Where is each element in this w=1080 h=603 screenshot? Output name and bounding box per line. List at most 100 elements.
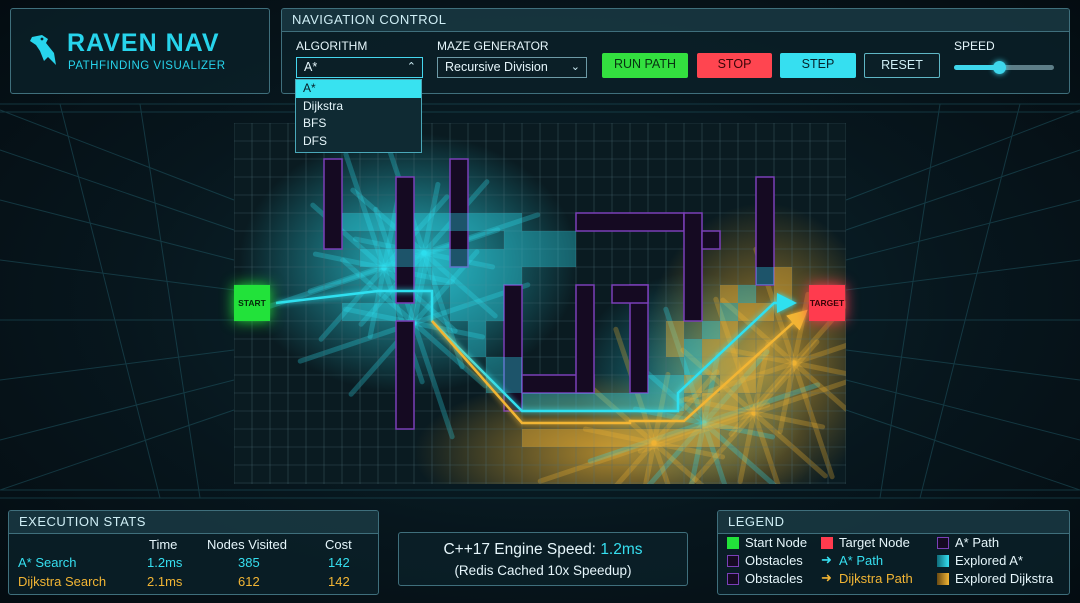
explored-astar-cell [468,213,486,231]
legend-dijkstra-path-label: Dijkstra Path [839,571,913,586]
stats-row-dijkstra-name: Dijkstra Search [18,574,107,589]
obstacle-wall [683,212,703,322]
execution-stats-title: EXECUTION STATS [9,511,378,534]
legend-obstacles-label-2: Obstacles [745,571,803,586]
explored-astar-cell [450,303,468,321]
legend-astar-path-box-label: A* Path [955,535,1000,550]
explored-astar-cell [468,339,486,357]
explored-dijkstra-cell [720,285,738,303]
stats-header-nodes: Nodes Visited [207,537,287,552]
maze-generator-label: MAZE GENERATOR [437,39,549,53]
explored-astar-cell [630,393,648,411]
explored-dijkstra-cell [540,429,558,447]
chevron-down-icon: ⌄ [570,61,580,73]
explored-astar-cell [468,267,486,285]
explored-dijkstra-cell [702,357,720,375]
algorithm-option-dfs[interactable]: DFS [296,133,421,151]
explored-astar-cell [540,231,558,249]
explored-astar-cell [648,393,666,411]
obstacle-wall [611,284,649,304]
algorithm-option-astar[interactable]: A* [296,80,421,98]
stats-row-astar-time: 1.2ms [147,555,183,570]
explored-dijkstra-cell [774,267,792,285]
speed-label: SPEED [954,39,995,53]
explored-astar-cell [450,249,468,267]
explored-dijkstra-cell [738,303,756,321]
explored-dijkstra-cell [720,357,738,375]
explored-astar-cell [576,393,594,411]
start-node[interactable]: START [234,285,270,321]
explored-astar-cell [360,213,378,231]
stats-header-cost: Cost [325,537,352,552]
explored-dijkstra-cell [576,429,594,447]
explored-astar-cell [522,249,540,267]
raven-logo-icon [30,35,56,65]
algorithm-select-value: A* [304,60,318,74]
explored-dijkstra-cell [630,429,648,447]
explored-astar-cell [486,357,504,375]
reset-button[interactable]: RESET [864,53,940,78]
stats-row-dijkstra-cost: 142 [328,574,350,589]
explored-astar-cell [504,249,522,267]
explored-dijkstra-cell [594,429,612,447]
algorithm-select[interactable]: A* ⌃ [296,57,423,78]
explored-astar-cell [432,213,450,231]
explored-astar-cell [522,393,540,411]
legend-obstacles-swatch-2 [727,573,739,585]
legend-obstacles-swatch-1 [727,555,739,567]
explored-astar-cell [702,321,720,339]
explored-dijkstra-cell [720,411,738,429]
step-button[interactable]: STEP [780,53,856,78]
stats-row-dijkstra-time: 2.1ms [147,574,183,589]
speed-slider[interactable] [954,61,1054,74]
explored-astar-cell [450,285,468,303]
explored-astar-cell [486,213,504,231]
stats-row-dijkstra-nodes: 612 [238,574,260,589]
navigation-control-title: NAVIGATION CONTROL [282,9,1069,32]
explored-astar-cell [504,267,522,285]
explored-dijkstra-cell [666,339,684,357]
explored-dijkstra-cell [702,339,720,357]
explored-astar-cell [450,213,468,231]
maze-canvas[interactable] [234,123,846,484]
explored-dijkstra-cell [720,339,738,357]
legend-target-swatch [821,537,833,549]
stop-button[interactable]: STOP [697,53,772,78]
explored-astar-cell [522,231,540,249]
explored-astar-cell [666,393,684,411]
explored-astar-cell [450,267,468,285]
app-subtitle: PATHFINDING VISUALIZER [68,60,226,72]
maze-grid[interactable] [234,123,846,484]
maze-generator-select[interactable]: Recursive Division ⌄ [437,57,587,78]
execution-stats-panel: EXECUTION STATS Time Nodes Visited Cost … [8,510,379,595]
explored-astar-cell [720,303,738,321]
explored-astar-cell [738,285,756,303]
legend-astar-path-box-swatch [937,537,949,549]
algorithm-option-bfs[interactable]: BFS [296,115,421,133]
explored-astar-cell [396,249,414,267]
explored-astar-cell [342,303,360,321]
explored-dijkstra-cell [738,375,756,393]
stats-row-astar-nodes: 385 [238,555,260,570]
explored-astar-cell [468,303,486,321]
run-path-button[interactable]: RUN PATH [602,53,688,78]
explored-dijkstra-cell [558,429,576,447]
speed-slider-knob[interactable] [993,61,1006,74]
explored-dijkstra-cell [774,285,792,303]
explored-astar-cell [360,249,378,267]
legend-explored-dijkstra-swatch [937,573,949,585]
arrow-right-icon: ➜ [821,552,832,567]
explored-dijkstra-cell [648,429,666,447]
algorithm-option-dijkstra[interactable]: Dijkstra [296,98,421,116]
target-node[interactable]: TARGET [809,285,845,321]
legend-start-swatch [727,537,739,549]
stats-header-time: Time [149,537,178,552]
explored-astar-cell [756,267,774,285]
obstacle-wall [323,158,343,250]
explored-astar-cell [504,231,522,249]
stats-row-astar-name: A* Search [18,555,77,570]
explored-astar-cell [594,393,612,411]
legend-explored-dijkstra-label: Explored Dijkstra [955,571,1054,586]
explored-astar-cell [486,267,504,285]
explored-astar-cell [432,267,450,285]
